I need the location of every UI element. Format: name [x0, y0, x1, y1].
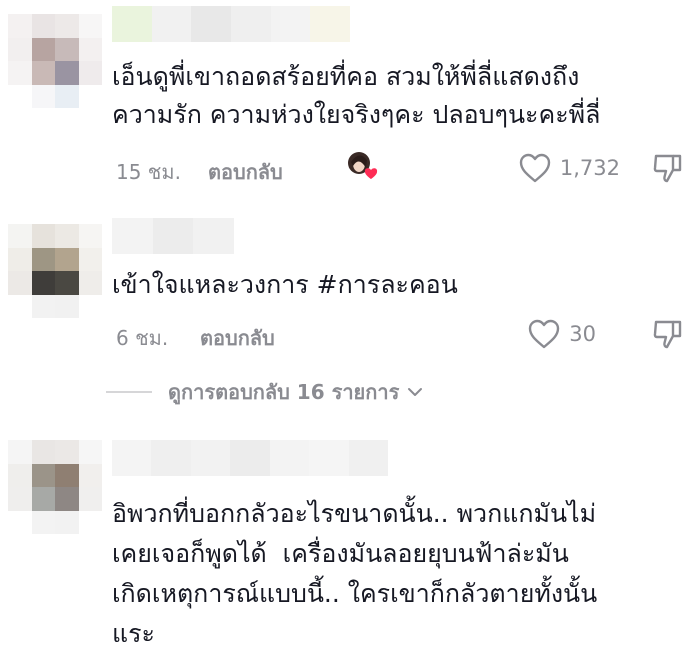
comment-time: 15 ชม. [116, 160, 181, 184]
heart-outline-icon [529, 319, 560, 349]
view-replies-button[interactable]: ดูการตอบกลับ 16 รายการ [106, 372, 586, 412]
username[interactable] [112, 218, 235, 254]
like-count: 1,732 [559, 156, 620, 180]
comment-2: เข้าใจแหละวงการ #การละคอน 6 ชม. ตอบกลับ … [0, 210, 700, 370]
comment-3: อิพวกที่บอกกลัวอะไรขนาดนั้น.. พวกแกมันไม… [0, 430, 700, 656]
comment-text: เข้าใจแหละวงการ #การละคอน [112, 270, 458, 299]
comment-text: เอ็นดูพี่เขาถอดสร้อยที่คอ สวมให้พี่ลี่แส… [112, 62, 601, 129]
username[interactable] [112, 440, 388, 476]
thumbs-down-icon[interactable] [650, 150, 686, 186]
avatar[interactable] [8, 14, 102, 108]
like-button[interactable]: 30 [527, 316, 596, 352]
like-count: 30 [569, 322, 596, 346]
chevron-down-icon [408, 388, 423, 396]
thumbs-down-icon[interactable] [650, 316, 686, 352]
username[interactable] [112, 6, 351, 42]
divider-line [106, 391, 152, 393]
avatar[interactable] [8, 440, 102, 534]
comment-actions: 6 ชม. ตอบกลับ 30 [112, 314, 692, 354]
avatar[interactable] [8, 224, 102, 318]
comment-1: เอ็นดูพี่เขาถอดสร้อยที่คอ สวมให้พี่ลี่แส… [0, 0, 700, 200]
comment-time: 6 ชม. [116, 326, 169, 350]
reply-button[interactable]: ตอบกลับ [208, 156, 283, 188]
reply-button[interactable]: ตอบกลับ [200, 322, 275, 354]
like-button[interactable]: 1,732 [518, 150, 620, 186]
creator-heart-avatar-icon [348, 152, 378, 179]
comment-text: อิพวกที่บอกกลัวอะไรขนาดนั้น.. พวกแกมันไม… [112, 499, 598, 648]
view-replies-label: ดูการตอบกลับ 16 รายการ [168, 380, 400, 404]
comment-actions: 15 ชม. ตอบกลับ 1,732 [112, 148, 692, 188]
heart-outline-icon [519, 153, 551, 183]
